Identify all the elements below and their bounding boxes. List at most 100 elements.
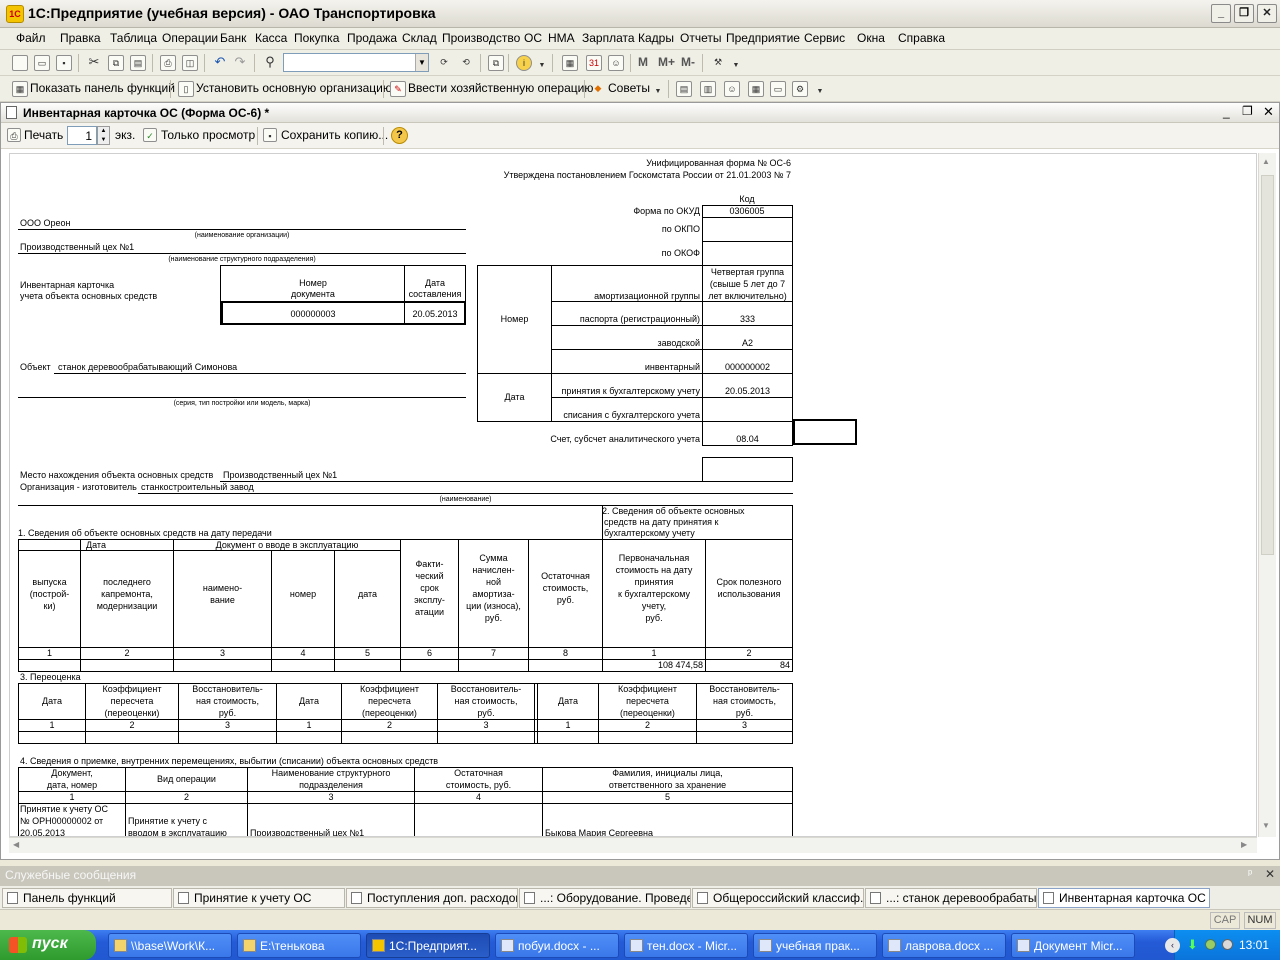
report-icon[interactable]: ▦ (748, 81, 764, 97)
restore-button[interactable]: ❐ (1234, 4, 1254, 23)
doc-close-button[interactable]: ✕ (1263, 104, 1274, 120)
menu-windows[interactable]: Окна (857, 31, 885, 45)
open-icon[interactable]: ▭ (34, 55, 50, 71)
doc-restore-button[interactable]: ❐ (1242, 104, 1253, 118)
chevron-down-icon[interactable]: ▼ (728, 59, 744, 75)
menu-production[interactable]: Производство (442, 31, 520, 45)
window-tab-acceptance[interactable]: Принятие к учету ОС (173, 888, 345, 908)
menu-operations[interactable]: Операции (162, 31, 218, 45)
tips-button[interactable]: Советы (608, 81, 650, 95)
scroll-down-icon[interactable]: ▼ (1262, 821, 1270, 830)
menu-fixed-assets[interactable]: ОС (524, 31, 542, 45)
view-only-toggle[interactable]: Только просмотр (161, 128, 255, 142)
chevron-down-icon[interactable]: ▼ (534, 59, 550, 75)
window-tab-functions[interactable]: Панель функций (2, 888, 172, 908)
menu-sales[interactable]: Продажа (347, 31, 397, 45)
menu-intangibles[interactable]: НМА (548, 31, 575, 45)
copies-stepper[interactable]: ▲ ▼ (97, 126, 110, 145)
scroll-thumb[interactable] (1261, 175, 1274, 555)
memory-button[interactable]: M (638, 55, 648, 69)
print-button[interactable]: Печать (24, 128, 63, 142)
chevron-down-icon[interactable]: ▼ (650, 85, 666, 101)
chevron-down-icon[interactable]: ▼ (812, 85, 828, 101)
window-tab-equipment[interactable]: ...: Оборудование. Проведен (519, 888, 691, 908)
download-icon[interactable]: ⬇ (1187, 937, 1198, 953)
menu-help[interactable]: Справка (898, 31, 945, 45)
journal2-icon[interactable]: ▥ (700, 81, 716, 97)
save-copy-button[interactable]: Сохранить копию... (281, 128, 388, 142)
info-icon[interactable]: i (516, 55, 532, 71)
vertical-scrollbar[interactable]: ▲ ▼ (1258, 153, 1276, 837)
redo-icon[interactable]: ↷ (232, 55, 248, 71)
search-input[interactable]: ▼ (283, 53, 429, 72)
menu-enterprise[interactable]: Предприятие (726, 31, 800, 45)
doc-minimize-button[interactable]: _ (1223, 105, 1230, 119)
taskbar-item-word3[interactable]: учебная прак... (753, 933, 877, 958)
calculator-icon[interactable]: ▦ (562, 55, 578, 71)
taskbar-item-folder2[interactable]: E:\тенькова (237, 933, 361, 958)
taskbar-item-1c[interactable]: 1С:Предприят... (366, 933, 490, 958)
memory-minus-button[interactable]: M- (681, 55, 695, 69)
window-tab-classifier[interactable]: Общероссийский классиф... (692, 888, 864, 908)
windows-icon[interactable]: ⧉ (488, 55, 504, 71)
taskbar-item-word5[interactable]: Документ Micr... (1011, 933, 1135, 958)
menu-table[interactable]: Таблица (110, 31, 157, 45)
window-tab-inventory-card[interactable]: Инвентарная карточка ОС (... (1038, 888, 1210, 908)
window-tab-receipts[interactable]: Поступления доп. расходов (346, 888, 518, 908)
users-icon[interactable]: ☺ (608, 55, 624, 71)
enter-operation-button[interactable]: Ввести хозяйственную операцию (408, 81, 593, 95)
tools-icon[interactable]: ⚒ (710, 55, 726, 71)
taskbar-item-word4[interactable]: лаврова.docx ... (882, 933, 1006, 958)
menu-warehouse[interactable]: Склад (402, 31, 437, 45)
document-icon[interactable]: ▭ (770, 81, 786, 97)
cut-icon[interactable]: ✂ (86, 55, 102, 71)
calendar-icon[interactable]: 31 (586, 55, 602, 71)
scroll-up-icon[interactable]: ▲ (1262, 157, 1270, 166)
scroll-left-icon[interactable]: ◀ (13, 840, 19, 849)
settings-icon[interactable]: ⚙ (792, 81, 808, 97)
paste-icon[interactable]: ▤ (130, 55, 146, 71)
view-only-icon: ✓ (143, 128, 157, 142)
find-next-icon[interactable]: ⟳ (436, 55, 452, 71)
print-icon[interactable]: ⎙ (160, 55, 176, 71)
scroll-right-icon[interactable]: ▶ (1241, 840, 1247, 849)
taskbar-item-folder1[interactable]: \\base\Work\К... (108, 933, 232, 958)
menu-reports[interactable]: Отчеты (680, 31, 721, 45)
menu-salary[interactable]: Зарплата (582, 31, 635, 45)
menu-hr[interactable]: Кадры (638, 31, 674, 45)
menu-cash[interactable]: Касса (255, 31, 287, 45)
menu-purchase[interactable]: Покупка (294, 31, 339, 45)
copies-input[interactable]: 1 (67, 126, 97, 145)
pin-icon[interactable]: ᵖ (1248, 868, 1252, 880)
set-main-org-button[interactable]: Установить основную организацию (196, 81, 392, 95)
undo-icon[interactable]: ↶ (212, 55, 228, 71)
show-function-panel-button[interactable]: Показать панель функций (30, 81, 175, 95)
copy-icon[interactable]: ⧉ (108, 55, 124, 71)
memory-plus-button[interactable]: M+ (658, 55, 675, 69)
minimize-button[interactable]: _ (1211, 4, 1231, 23)
menu-edit[interactable]: Правка (60, 31, 101, 45)
new-icon[interactable] (12, 55, 28, 71)
menu-service[interactable]: Сервис (804, 31, 845, 45)
help-button[interactable]: ? (391, 127, 408, 144)
selected-cell[interactable] (793, 419, 857, 445)
taskbar-item-word1[interactable]: побуи.docx - ... (495, 933, 619, 958)
start-button[interactable]: пуск (0, 930, 96, 960)
service-close-button[interactable]: ✕ (1265, 867, 1275, 881)
search-icon[interactable]: ⚲ (262, 55, 278, 71)
network-icon[interactable] (1205, 939, 1216, 950)
journal-icon[interactable]: ▤ (676, 81, 692, 97)
close-button[interactable]: ✕ (1257, 4, 1277, 23)
print-preview-icon[interactable]: ◫ (182, 55, 198, 71)
menu-file[interactable]: Файл (16, 31, 46, 45)
tray-expand-icon[interactable]: ‹ (1165, 938, 1180, 953)
users-list-icon[interactable]: ☺ (724, 81, 740, 97)
chevron-down-icon[interactable]: ▼ (415, 54, 428, 71)
find-prev-icon[interactable]: ⟲ (458, 55, 474, 71)
horizontal-scrollbar[interactable]: ◀ ▶ (9, 837, 1257, 853)
menu-bank[interactable]: Банк (220, 31, 246, 45)
window-tab-machine[interactable]: ...: станок деревообрабаты... (865, 888, 1037, 908)
sound-icon[interactable] (1222, 939, 1233, 950)
taskbar-item-word2[interactable]: тен.docx - Micr... (624, 933, 748, 958)
save-icon[interactable]: ▪ (56, 55, 72, 71)
